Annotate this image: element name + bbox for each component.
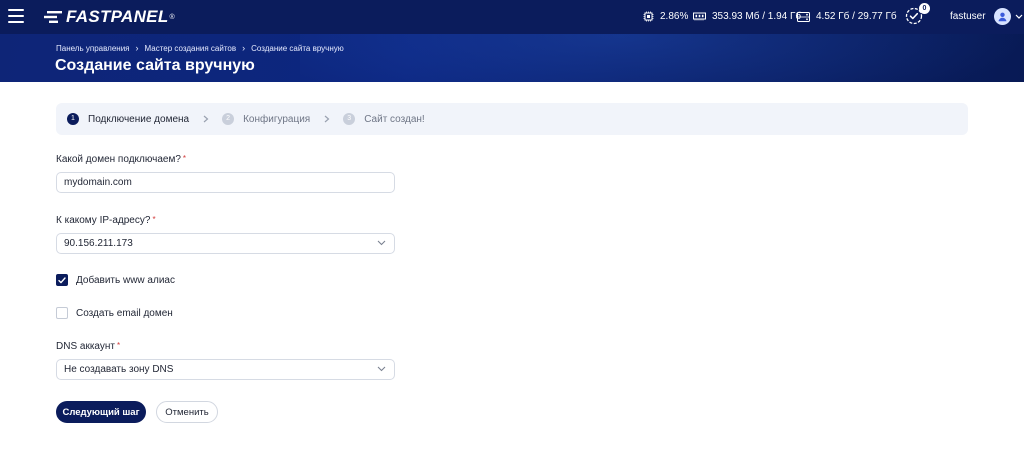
step-configuration: 2 Конфигурация	[222, 113, 310, 125]
required-mark: *	[182, 154, 187, 163]
cpu-icon	[643, 11, 654, 22]
step-number: 3	[343, 113, 356, 125]
required-mark: *	[152, 215, 156, 224]
breadcrumb-item-manual-site: Создание сайта вручную	[251, 43, 344, 53]
disk-icon	[797, 11, 810, 22]
dns-select-value: Не создавать зону DNS	[64, 364, 174, 375]
fastpanel-logo[interactable]: FASTPANEL ®	[44, 7, 175, 27]
ram-usage: 353.93 Мб / 1.94 Гб	[693, 11, 801, 22]
logo-registered-mark: ®	[169, 13, 175, 21]
ip-select[interactable]: 90.156.211.173	[56, 233, 395, 254]
disk-usage: 4.52 Гб / 29.77 Гб	[797, 11, 897, 22]
step-label: Сайт создан!	[364, 113, 425, 125]
ram-value: 353.93 Мб / 1.94 Гб	[712, 11, 802, 22]
step-number: 1	[67, 113, 79, 125]
dns-select[interactable]: Не создавать зону DNS	[56, 359, 395, 380]
cpu-value: 2.86%	[660, 11, 689, 22]
checkmark-icon	[58, 276, 66, 283]
cpu-usage: 2.86%	[643, 11, 688, 22]
email-domain-checkbox[interactable]: Создать email домен	[56, 307, 173, 319]
domain-label: Какой домен подключаем? *	[56, 154, 187, 165]
domain-input-value: mydomain.com	[64, 177, 132, 188]
chevron-right-icon	[324, 115, 330, 123]
step-label: Конфигурация	[243, 113, 311, 125]
page-header: Панель управления › Мастер создания сайт…	[0, 34, 1024, 82]
breadcrumb-item-dashboard[interactable]: Панель управления	[56, 44, 130, 53]
step-number: 2	[222, 113, 235, 125]
breadcrumb-item-site-wizard[interactable]: Мастер создания сайтов	[145, 44, 237, 53]
step-domain: 1 Подключение домена	[67, 113, 189, 125]
username: fastuser	[950, 11, 986, 22]
ip-select-value: 90.156.211.173	[64, 238, 133, 249]
breadcrumb-separator-icon: ›	[242, 43, 246, 53]
checkbox-unchecked[interactable]	[56, 307, 68, 319]
disk-value: 4.52 Гб / 29.77 Гб	[816, 11, 897, 22]
breadcrumb-separator-icon: ›	[135, 43, 139, 53]
chevron-down-icon	[377, 366, 386, 372]
user-icon	[998, 12, 1007, 22]
domain-input[interactable]: mydomain.com	[56, 172, 395, 193]
cancel-button[interactable]: Отменить	[156, 401, 218, 423]
step-label: Подключение домена	[88, 113, 190, 125]
avatar	[993, 8, 1011, 25]
chevron-down-icon	[377, 240, 386, 246]
next-step-button[interactable]: Следующий шаг	[56, 401, 146, 423]
page-title: Создание сайта вручную	[55, 57, 255, 74]
chevron-down-icon	[1015, 14, 1023, 19]
menu-icon[interactable]	[8, 9, 24, 23]
tasks-button[interactable]: 0	[905, 3, 930, 27]
tasks-count-badge: 0	[919, 3, 930, 14]
chevron-right-icon	[203, 115, 209, 123]
top-bar: FASTPANEL ® 2.86% 353.93 Мб / 1.94 Гб 4.…	[0, 0, 1024, 34]
ip-label: К какому IP-адресу? *	[56, 215, 156, 226]
user-menu[interactable]: fastuser	[950, 8, 1023, 25]
email-domain-label: Создать email домен	[76, 307, 173, 319]
required-mark: *	[116, 341, 121, 350]
logo-speed-icon	[44, 11, 62, 23]
checkbox-checked[interactable]	[56, 274, 68, 286]
dns-label: DNS аккаунт *	[56, 341, 121, 352]
wizard-steps: 1 Подключение домена 2 Конфигурация 3 Са…	[56, 103, 968, 135]
step-site-created: 3 Сайт создан!	[343, 113, 425, 125]
ram-icon	[693, 12, 706, 21]
breadcrumb: Панель управления › Мастер создания сайт…	[56, 43, 344, 53]
logo-text: FASTPANEL	[66, 7, 169, 26]
www-alias-checkbox[interactable]: Добавить www алиас	[56, 274, 175, 286]
www-alias-label: Добавить www алиас	[76, 274, 175, 286]
